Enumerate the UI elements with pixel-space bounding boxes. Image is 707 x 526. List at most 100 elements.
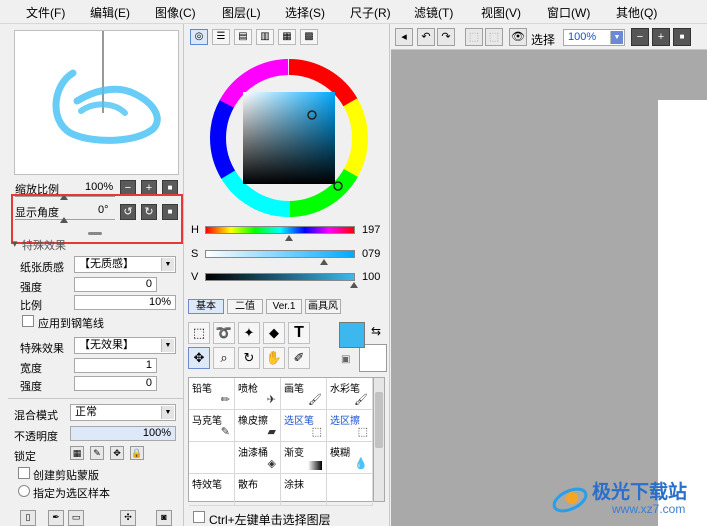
tab-basic[interactable]: 基本 [188,299,224,314]
new-folder-icon[interactable]: ▭ [68,510,84,526]
scale-field[interactable]: 10% [74,295,176,310]
menu-other[interactable]: 其他(Q) [616,4,657,21]
selection-source-radio[interactable] [18,485,30,497]
swatch-tab-icon[interactable]: ▦ [278,29,296,45]
value-slider[interactable] [205,273,355,281]
hand-tool-icon[interactable]: ✋ [263,347,285,369]
brush-scrollbar[interactable] [373,377,385,502]
rotate-tool-icon[interactable]: ↻ [238,347,260,369]
rotate-right-button[interactable]: ↻ [141,204,157,220]
text-tool-icon[interactable]: T [288,322,310,344]
effect-select[interactable]: 【无效果】 ▼ [74,337,176,354]
brush-effect[interactable]: 特效笔 [189,474,235,506]
special-effects-header[interactable]: 特殊效果 [22,237,66,253]
brush-select-eraser[interactable]: 选区擦 ⬚ [327,410,373,442]
brush-empty-2[interactable] [327,474,373,506]
scratchpad-tab-icon[interactable]: ▩ [300,29,318,45]
zoom-select[interactable]: 100% ▼ [563,29,625,46]
undo-icon[interactable]: ↶ [417,28,435,46]
hue-slider[interactable] [205,226,355,234]
eyedropper-icon[interactable]: ✐ [288,347,310,369]
select-all-icon[interactable]: ⬚ [485,28,503,46]
rotate-reset-button[interactable]: ■ [162,204,178,220]
new-pen-layer-icon[interactable]: ✒ [48,510,64,526]
tab-ver1[interactable]: Ver.1 [266,299,302,314]
angle-slider-thumb[interactable] [60,217,68,223]
zoom-in-icon[interactable]: + [652,28,670,46]
apply-brush-checkbox[interactable] [22,315,34,327]
new-layer-icon[interactable]: ▯ [20,510,36,526]
rect-select-icon[interactable]: ⬚ [188,322,210,344]
lock-paint-icon[interactable]: ✎ [90,446,104,460]
magic-wand-icon[interactable]: ✦ [238,322,260,344]
brush-bucket[interactable]: 油漆桶 ◈ [235,442,281,474]
scroll-left-icon[interactable]: ◂ [395,28,413,46]
value-slider-thumb[interactable] [350,282,358,288]
redo-icon[interactable]: ↷ [437,28,455,46]
brush-airbrush[interactable]: 喷枪 ✈ [235,378,281,410]
settings-icon[interactable]: ✣ [120,510,136,526]
ctrl-select-checkbox[interactable] [193,511,205,523]
lock-move-icon[interactable]: ✥ [110,446,124,460]
mask-icon[interactable]: ◙ [156,510,172,526]
lock-transparency-icon[interactable]: ▦ [70,446,84,460]
color-wheel-tab-icon[interactable]: ◎ [190,29,208,45]
blend-mode-select[interactable]: 正常 ▼ [70,404,176,421]
canvas-area[interactable]: ◂ ↶ ↷ ⬚ ⬚ 👁 选择 100% ▼ − + ■ [391,24,707,526]
panel-grip[interactable] [88,232,102,235]
brush-gradient[interactable]: 渐变 [281,442,327,474]
saturation-slider[interactable] [205,250,355,258]
menu-image[interactable]: 图像(C) [155,4,196,21]
tab-binary[interactable]: 二值 [227,299,263,314]
brush-marker[interactable]: 马克笔 ✎ [189,410,235,442]
strength-field[interactable]: 0 [74,277,157,292]
eye-icon[interactable]: 👁 [509,28,527,46]
menu-edit[interactable]: 编辑(E) [90,4,130,21]
zoom-reset-icon[interactable]: ■ [673,28,691,46]
menu-view[interactable]: 视图(V) [481,4,521,21]
rotate-left-button[interactable]: ↺ [120,204,136,220]
zoom-out-icon[interactable]: − [631,28,649,46]
lock-all-icon[interactable]: 🔒 [130,446,144,460]
hsv-slider-tab-icon[interactable]: ▤ [234,29,252,45]
brush-eraser[interactable]: 橡皮擦 ▰ [235,410,281,442]
brush-empty-1[interactable] [189,442,235,474]
saturation-value-square[interactable] [243,92,335,184]
brush-pencil[interactable]: 铅笔 ✏ [189,378,235,410]
menu-layer[interactable]: 图层(L) [222,4,261,21]
zoom-tool-icon[interactable]: ⌕ [213,347,235,369]
shapes-icon[interactable]: ◆ [263,322,285,344]
brush-blur[interactable]: 模糊 💧 [327,442,373,474]
opacity-field[interactable]: 100% [70,426,176,441]
brush-smudge[interactable]: 涂抹 [281,474,327,506]
tab-painting[interactable]: 画具风 [305,299,341,314]
width-field[interactable]: 1 [74,358,157,373]
palette-tab-icon[interactable]: ▥ [256,29,274,45]
move-tool-icon[interactable]: ✥ [188,347,210,369]
menu-select[interactable]: 选择(S) [285,4,325,21]
menu-filter[interactable]: 滤镜(T) [414,4,453,21]
brush-scatter[interactable]: 散布 [235,474,281,506]
menu-file[interactable]: 文件(F) [26,4,65,21]
hue-slider-thumb[interactable] [285,235,293,241]
scrollbar-thumb[interactable] [375,392,383,448]
paper-texture-select[interactable]: 【无质感】 ▼ [74,256,176,273]
brush-paintbrush[interactable]: 画笔 🖌 [281,378,327,410]
brush-watercolor[interactable]: 水彩笔 🖌 [327,378,373,410]
deselect-icon[interactable]: ⬚ [465,28,483,46]
swap-colors-icon[interactable]: ⇆ [371,324,381,338]
saturation-slider-thumb[interactable] [320,259,328,265]
transparent-color-icon[interactable]: ▣ [341,354,350,365]
secondary-color-swatch[interactable] [359,344,387,372]
lasso-icon[interactable]: ➰ [213,322,235,344]
rgb-slider-tab-icon[interactable]: ☰ [212,29,230,45]
effect-strength-field[interactable]: 0 [74,376,157,391]
primary-color-swatch[interactable] [339,322,365,348]
menu-ruler[interactable]: 尺子(R) [350,4,391,21]
canvas-paper[interactable] [658,100,707,526]
clip-mask-checkbox[interactable] [18,467,30,479]
navigator-preview[interactable] [14,30,179,175]
brush-select-pen[interactable]: 选区笔 ⬚ [281,410,327,442]
color-wheel[interactable] [205,54,373,222]
special-effects-arrow[interactable]: ▾ [12,237,18,250]
